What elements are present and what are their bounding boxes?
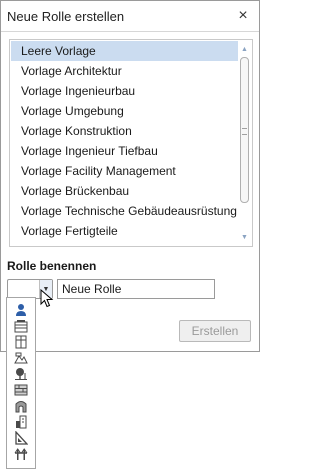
terrain-icon[interactable] <box>11 350 31 366</box>
panel-icon[interactable] <box>11 334 31 350</box>
template-list-items: Leere Vorlage Vorlage Architektur Vorlage … <box>11 41 238 241</box>
title-bar: Neue Rolle erstellen × <box>1 1 259 32</box>
dialog-title: Neue Rolle erstellen <box>7 9 125 24</box>
template-list-item[interactable]: Vorlage Architektur <box>11 61 238 81</box>
triangle-ruler-icon[interactable] <box>11 430 31 446</box>
template-list-item[interactable]: Vorlage Brückenbau <box>11 181 238 201</box>
template-list-item[interactable]: Vorlage Ingenieur Tiefbau <box>11 141 238 161</box>
person-icon[interactable] <box>11 302 31 318</box>
close-icon[interactable]: × <box>233 6 253 26</box>
scroll-up-icon[interactable]: ▲ <box>238 43 251 55</box>
template-list-item[interactable]: Vorlage Facility Management <box>11 161 238 181</box>
tree-icon[interactable] <box>11 366 31 382</box>
arch-icon[interactable] <box>11 398 31 414</box>
create-button[interactable]: Erstellen <box>179 320 251 342</box>
scroll-thumb[interactable] <box>240 57 249 203</box>
facility-icon[interactable] <box>11 414 31 430</box>
list-scrollbar[interactable]: ▲ ▼ <box>238 41 251 245</box>
building-stack-icon[interactable] <box>11 318 31 334</box>
wall-icon[interactable] <box>11 382 31 398</box>
dialog-window: Neue Rolle erstellen × Leere Vorlage Vorl… <box>0 0 260 352</box>
grip-icon <box>242 128 247 135</box>
role-name-input[interactable] <box>57 279 215 299</box>
template-list-item[interactable]: Leere Vorlage <box>11 41 238 61</box>
template-list-item[interactable]: Vorlage Konstruktion <box>11 121 238 141</box>
role-name-label: Rolle benennen <box>7 259 97 273</box>
template-list-item[interactable]: Vorlage Fertigteile <box>11 221 238 241</box>
bridge-icon[interactable] <box>11 446 31 462</box>
template-list[interactable]: Leere Vorlage Vorlage Architektur Vorlage … <box>9 39 253 247</box>
template-list-item[interactable]: Vorlage Technische Gebäudeausrüstung <box>11 201 238 221</box>
role-icon-list[interactable] <box>6 297 36 469</box>
template-list-item[interactable]: Vorlage Ingenieurbau <box>11 81 238 101</box>
mouse-cursor-icon <box>40 289 54 308</box>
template-list-item[interactable]: Vorlage Umgebung <box>11 101 238 121</box>
scroll-down-icon[interactable]: ▼ <box>238 231 251 243</box>
